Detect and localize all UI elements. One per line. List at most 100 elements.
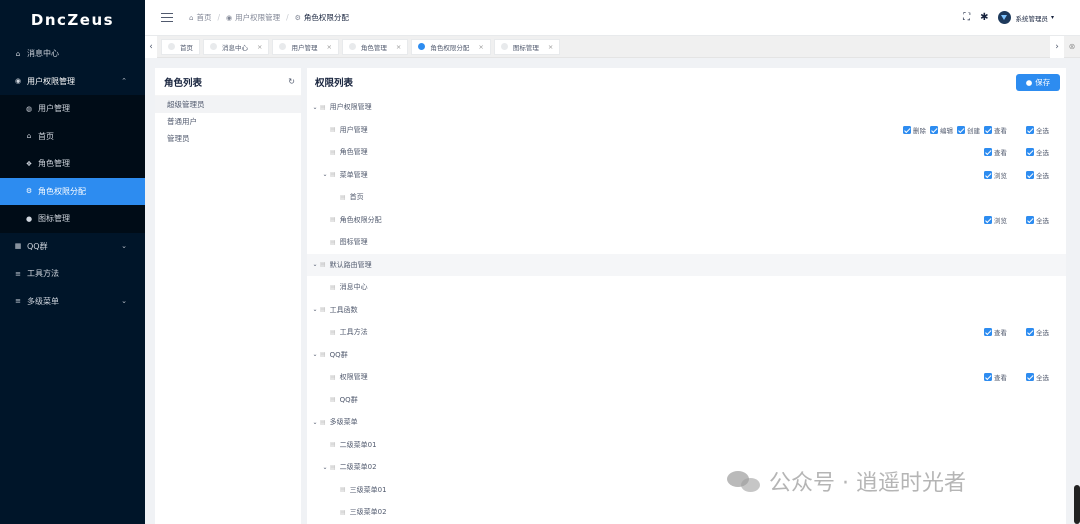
- permission-checkbox[interactable]: 全选: [1026, 125, 1049, 135]
- tree-node[interactable]: ▤ 用户权限管理: [320, 102, 372, 112]
- permission-checkbox[interactable]: 全选: [1026, 215, 1049, 225]
- close-icon[interactable]: ×: [478, 43, 483, 51]
- tags-bar: ‹ 首页 消息中心 × 用户管理 × 角色管理 × 角色权限分配 × 图标管理 × › ⊗: [145, 35, 1080, 58]
- close-all-icon[interactable]: ⊗: [1064, 42, 1080, 51]
- tab-tag[interactable]: 图标管理 ×: [493, 38, 561, 55]
- tree-node-row: ▤ 图标管理: [307, 231, 1066, 254]
- menu-toggle-icon[interactable]: [161, 12, 173, 23]
- sidebar-subitem[interactable]: ◍ 用户管理: [0, 95, 145, 123]
- tree-node-label: 角色管理: [339, 148, 368, 157]
- permission-checkbox[interactable]: 创建: [957, 125, 980, 135]
- sidebar-subitem[interactable]: ● 图标管理: [0, 205, 145, 233]
- tab-tag[interactable]: 首页: [161, 38, 200, 55]
- user-menu[interactable]: 系统管理员 ▾: [998, 11, 1054, 24]
- checkbox-checked-icon: [984, 125, 992, 134]
- permission-label: 全选: [1036, 126, 1049, 135]
- save-button[interactable]: ● 保存: [1016, 73, 1060, 91]
- sidebar-item[interactable]: ≡ 多级菜单 ⌄: [0, 288, 145, 316]
- tree-node-row: ▤ 二级菜单01: [307, 434, 1066, 457]
- permission-label: 查看: [994, 149, 1007, 158]
- tree-node-label: 多级菜单: [329, 418, 358, 427]
- bug-icon[interactable]: ✱: [980, 12, 988, 23]
- scrollbar[interactable]: [1074, 485, 1080, 524]
- tree-node[interactable]: ▤ 工具函数: [320, 305, 358, 315]
- tree-node[interactable]: ▤ 二级菜单02: [330, 462, 377, 472]
- header-actions: ⛶ ✱ 系统管理员 ▾: [963, 11, 1054, 24]
- permission-label: 编辑: [940, 126, 953, 135]
- tree-node[interactable]: ▤ 二级菜单01: [330, 440, 377, 450]
- sidebar-subitem-label: 用户管理: [38, 104, 70, 114]
- app-logo[interactable]: DncZeus: [0, 0, 145, 40]
- chevron-down-icon[interactable]: ⌄: [311, 351, 319, 358]
- chevron-down-icon[interactable]: ⌄: [311, 306, 319, 313]
- tab-tag[interactable]: 角色管理 ×: [341, 38, 409, 55]
- permission-checkbox[interactable]: 浏览: [984, 215, 1007, 225]
- permission-checkbox[interactable]: 浏览: [984, 170, 1007, 180]
- tree-node[interactable]: ▤ 图标管理: [330, 237, 368, 247]
- chevron-down-icon[interactable]: ⌄: [311, 104, 319, 111]
- sidebar-subitem[interactable]: ❖ 角色管理: [0, 150, 145, 178]
- tree-node[interactable]: ▤ 角色权限分配: [330, 215, 382, 225]
- tree-node[interactable]: ▤ 权限管理: [330, 372, 368, 382]
- breadcrumb: ⌂ 首页 / ◉ 用户权限管理 / ⚙ 角色权限分配: [189, 12, 349, 23]
- tab-tag[interactable]: 消息中心 ×: [203, 38, 270, 55]
- checkbox-checked-icon: [1026, 170, 1034, 179]
- chevron-down-icon[interactable]: ⌄: [311, 261, 319, 268]
- permission-checkbox[interactable]: 查看: [984, 327, 1007, 337]
- fullscreen-icon[interactable]: ⛶: [963, 12, 970, 23]
- role-item[interactable]: 超级管理员: [155, 96, 301, 113]
- permission-checkbox[interactable]: 全选: [1026, 327, 1049, 337]
- breadcrumb-item-home[interactable]: 首页: [196, 12, 211, 23]
- close-icon[interactable]: ×: [326, 43, 331, 51]
- tree-node[interactable]: ▤ 首页: [340, 192, 364, 202]
- tree-node-row: ▤ QQ群: [307, 389, 1066, 412]
- chevron-down-icon[interactable]: ⌄: [321, 464, 329, 471]
- chevron-down-icon[interactable]: ⌄: [311, 419, 319, 426]
- sidebar-item[interactable]: ≡ 工具方法: [0, 260, 145, 288]
- chevron-down-icon[interactable]: ⌄: [321, 171, 329, 178]
- role-item[interactable]: 管理员: [155, 130, 301, 147]
- tree-node[interactable]: ▤ 工具方法: [330, 327, 368, 337]
- tags-scroll-right-icon[interactable]: ›: [1050, 35, 1064, 58]
- permission-label: 全选: [1036, 216, 1049, 225]
- permission-checkbox[interactable]: 删除: [903, 125, 926, 135]
- tree-node[interactable]: ▤ 三级菜单02: [340, 507, 387, 517]
- tree-node[interactable]: ▤ QQ群: [330, 395, 358, 405]
- close-icon[interactable]: ×: [257, 43, 262, 51]
- permission-checkbox[interactable]: 查看: [984, 147, 1007, 157]
- permission-checkbox[interactable]: 全选: [1026, 372, 1049, 382]
- tree-node[interactable]: ▤ 角色管理: [330, 147, 368, 157]
- sidebar-subitem[interactable]: ⌂ 首页: [0, 123, 145, 151]
- breadcrumb-item-current: 角色权限分配: [303, 13, 349, 22]
- permission-checkboxes: 查看 全选: [984, 147, 1049, 157]
- file-icon: ▤: [330, 441, 336, 449]
- tree-node-label: 用户权限管理: [329, 103, 372, 112]
- tab-tag[interactable]: 角色权限分配 ×: [411, 38, 491, 55]
- close-icon[interactable]: ×: [396, 43, 401, 51]
- tree-node-row: ▤ 角色管理 查看 全选: [307, 141, 1066, 164]
- sidebar-item[interactable]: ⌂ 消息中心: [0, 40, 145, 68]
- permission-checkbox[interactable]: 查看: [984, 125, 1007, 135]
- permission-checkbox[interactable]: 查看: [984, 372, 1007, 382]
- permission-checkbox[interactable]: 全选: [1026, 170, 1049, 180]
- tags-scroll-left-icon[interactable]: ‹: [145, 35, 157, 58]
- permission-checkbox[interactable]: 全选: [1026, 147, 1049, 157]
- sidebar-item[interactable]: ▦ QQ群 ⌄: [0, 233, 145, 261]
- sidebar-subitem[interactable]: ⚙ 角色权限分配: [0, 177, 145, 205]
- tree-node[interactable]: ▤ 消息中心: [330, 282, 368, 292]
- tree-node[interactable]: ▤ 多级菜单: [320, 417, 358, 427]
- tree-node[interactable]: ▤ 菜单管理: [330, 170, 368, 180]
- tree-node[interactable]: ▤ 用户管理: [330, 125, 368, 135]
- close-icon[interactable]: ×: [548, 43, 553, 51]
- tree-node[interactable]: ▤ 默认路由管理: [320, 260, 372, 270]
- list-icon: ≡: [15, 297, 21, 306]
- refresh-icon[interactable]: ↻: [288, 77, 295, 86]
- breadcrumb-item-section[interactable]: 用户权限管理: [235, 12, 280, 23]
- permission-label: 查看: [994, 374, 1007, 383]
- tree-node[interactable]: ▤ QQ群: [320, 350, 348, 360]
- tab-tag[interactable]: 用户管理 ×: [272, 38, 339, 55]
- sidebar-item[interactable]: ◉ 用户权限管理 ⌃: [0, 68, 145, 96]
- permission-checkbox[interactable]: 编辑: [930, 125, 953, 135]
- role-item[interactable]: 普通用户: [155, 113, 301, 130]
- tree-node[interactable]: ▤ 三级菜单01: [340, 485, 387, 495]
